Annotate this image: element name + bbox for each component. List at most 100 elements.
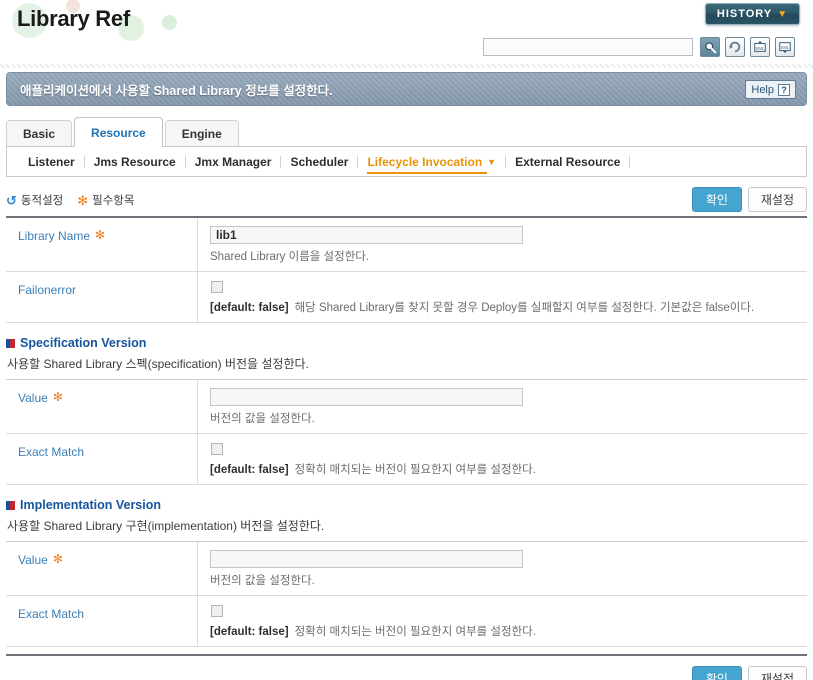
sub-tab-jms-resource-label: Jms Resource bbox=[93, 154, 176, 169]
sub-tab-scheduler[interactable]: Scheduler bbox=[281, 147, 357, 176]
chevron-down-icon: ▼ bbox=[777, 8, 789, 20]
legend-dynamic-config-label: 동적설정 bbox=[20, 195, 64, 207]
section-desc-specification-version: 사용할 Shared Library 스펙(specification) 버전을… bbox=[7, 357, 309, 371]
section-marker-icon bbox=[6, 500, 15, 510]
field-label-impl-value: Value ✻ bbox=[6, 542, 198, 595]
field-hint-spec-value: 버전의 값을 설정한다. bbox=[210, 413, 315, 425]
confirm-button-top[interactable]: 확인 bbox=[691, 187, 742, 212]
form-container-implementation: Value ✻ 버전의 값을 설정한다. Exact Match [defaul… bbox=[6, 541, 807, 647]
confirm-button-bottom[interactable]: 확인 bbox=[691, 665, 742, 680]
top-action-buttons: 확인 재설정 bbox=[691, 187, 807, 212]
decorative-circle-small-green bbox=[162, 15, 177, 30]
field-hint-spec-exact-match: [default: false] 정확히 매치되는 버전이 필요한지 여부를 설정… bbox=[210, 461, 807, 477]
sub-tab-jmx-manager[interactable]: Jmx Manager bbox=[186, 147, 281, 176]
tab-resource-label: Resource bbox=[91, 125, 146, 140]
form-container: Library Name ✻ Shared Library 이름을 설정한다. … bbox=[6, 216, 807, 323]
field-row-spec-value: Value ✻ 버전의 값을 설정한다. bbox=[6, 380, 807, 434]
section-specification-version: Specification Version 사용할 Shared Library… bbox=[6, 336, 807, 372]
spec-exact-match-checkbox[interactable] bbox=[211, 443, 223, 455]
field-label-failonerror-text: Failonerror bbox=[18, 283, 77, 297]
sub-tab-jms-resource[interactable]: Jms Resource bbox=[85, 147, 185, 176]
field-label-impl-value-text: Value bbox=[18, 553, 48, 567]
app-header: Library Ref HISTORY ▼ bbox=[0, 0, 813, 41]
impl-value-input[interactable] bbox=[210, 550, 523, 568]
default-tag-impl-exact-match: [default: false] bbox=[210, 626, 289, 638]
field-label-spec-exact-match-text: Exact Match bbox=[18, 445, 85, 459]
sub-tab-scheduler-label: Scheduler bbox=[290, 154, 349, 169]
chevron-down-icon[interactable]: ▼ bbox=[487, 157, 496, 167]
confirm-button-bottom-label: 확인 bbox=[705, 671, 728, 680]
tab-basic-label: Basic bbox=[23, 127, 56, 141]
history-button[interactable]: HISTORY ▼ bbox=[705, 3, 800, 25]
field-hint-spec-exact-match-text: 정확히 매치되는 버전이 필요한지 여부를 설정한다. bbox=[294, 464, 536, 476]
impl-exact-match-checkbox[interactable] bbox=[211, 605, 223, 617]
legend-dynamic-config: ↺ 동적설정 bbox=[6, 192, 63, 208]
refresh-icon: ↺ bbox=[6, 192, 17, 208]
search-input[interactable] bbox=[483, 38, 693, 56]
section-implementation-version: Implementation Version 사용할 Shared Librar… bbox=[6, 498, 807, 534]
tab-basic[interactable]: Basic bbox=[6, 120, 73, 147]
field-value-failonerror: [default: false] 해당 Shared Library를 찾지 못할… bbox=[198, 272, 807, 322]
field-value-impl-value: 버전의 값을 설정한다. bbox=[198, 542, 807, 595]
tab-engine-label: Engine bbox=[181, 127, 222, 141]
tab-resource[interactable]: Resource bbox=[74, 117, 163, 147]
section-title-implementation-version-text: Implementation Version bbox=[20, 498, 162, 512]
field-row-library-name: Library Name ✻ Shared Library 이름을 설정한다. bbox=[6, 218, 807, 272]
asterisk-icon: ✻ bbox=[52, 552, 63, 566]
failonerror-checkbox[interactable] bbox=[211, 281, 223, 293]
form-container-specification: Value ✻ 버전의 값을 설정한다. Exact Match [defaul… bbox=[6, 379, 807, 485]
sub-tab-jmx-manager-label: Jmx Manager bbox=[194, 154, 272, 169]
legend-and-actions: ↺ 동적설정 ✻ 필수항목 확인 재설정 bbox=[6, 187, 807, 213]
reset-button-top-label: 재설정 bbox=[760, 193, 794, 207]
legend-required-field: ✻ 필수항목 bbox=[77, 192, 134, 208]
field-value-library-name: Shared Library 이름을 설정한다. bbox=[198, 218, 807, 271]
page-title: 애플리케이션에서 사용할 Shared Library 정보를 설정한다. bbox=[20, 83, 333, 98]
section-desc-implementation-version: 사용할 Shared Library 구현(implementation) 버전… bbox=[7, 519, 325, 533]
field-label-library-name: Library Name ✻ bbox=[6, 218, 198, 271]
field-hint-impl-value: 버전의 값을 설정한다. bbox=[210, 575, 315, 587]
sub-tab-listener[interactable]: Listener bbox=[19, 147, 84, 176]
app-logo: Library Ref bbox=[10, 0, 177, 41]
field-row-failonerror: Failonerror [default: false] 해당 Shared Li… bbox=[6, 272, 807, 323]
field-row-impl-exact-match: Exact Match [default: false] 정확히 매치되는 버전이… bbox=[6, 596, 807, 647]
refresh-icon[interactable] bbox=[725, 37, 745, 57]
section-title-specification-version-text: Specification Version bbox=[20, 336, 147, 350]
section-title-implementation-version: Implementation Version bbox=[6, 498, 807, 512]
field-label-impl-exact-match: Exact Match bbox=[6, 596, 198, 646]
reset-button-top[interactable]: 재설정 bbox=[747, 187, 807, 212]
sub-tab-external-resource[interactable]: External Resource bbox=[506, 147, 629, 176]
xml-export-icon[interactable]: XML bbox=[775, 37, 795, 57]
legend-required-field-label: 필수항목 bbox=[92, 195, 135, 207]
library-name-input[interactable] bbox=[210, 226, 523, 244]
svg-text:XML: XML bbox=[756, 46, 766, 51]
field-label-failonerror: Failonerror bbox=[6, 272, 198, 322]
reset-button-bottom-label: 재설정 bbox=[760, 671, 794, 680]
field-hint-library-name: Shared Library 이름을 설정한다. bbox=[210, 251, 370, 263]
sub-tab-bar: Listener Jms Resource Jmx Manager Schedu… bbox=[6, 146, 807, 177]
question-mark-icon: ? bbox=[778, 83, 790, 96]
history-button-label: HISTORY bbox=[716, 8, 773, 20]
tab-engine[interactable]: Engine bbox=[164, 120, 239, 147]
section-marker-icon bbox=[6, 338, 15, 348]
default-tag-spec-exact-match: [default: false] bbox=[210, 464, 289, 476]
asterisk-icon: ✻ bbox=[95, 228, 106, 242]
field-label-spec-value: Value ✻ bbox=[6, 380, 198, 433]
reset-button-bottom[interactable]: 재설정 bbox=[747, 665, 807, 680]
field-label-library-name-text: Library Name bbox=[18, 229, 91, 243]
xml-import-icon[interactable]: XML bbox=[750, 37, 770, 57]
sub-tab-lifecycle-invocation[interactable]: Lifecycle Invocation ▼ bbox=[358, 147, 505, 176]
field-value-spec-exact-match: [default: false] 정확히 매치되는 버전이 필요한지 여부를 설정… bbox=[198, 434, 807, 484]
search-toolbar: XML XML bbox=[0, 37, 813, 64]
spec-value-input[interactable] bbox=[210, 388, 523, 406]
help-button[interactable]: Help ? bbox=[745, 80, 796, 99]
field-label-impl-exact-match-text: Exact Match bbox=[18, 607, 85, 621]
default-tag-failonerror: [default: false] bbox=[210, 302, 289, 314]
field-hint-failonerror: [default: false] 해당 Shared Library를 찾지 못할… bbox=[210, 299, 807, 315]
help-button-label: Help bbox=[751, 83, 774, 96]
field-hint-impl-exact-match: [default: false] 정확히 매치되는 버전이 필요한지 여부를 설정… bbox=[210, 623, 807, 639]
search-icon[interactable] bbox=[700, 37, 720, 57]
sub-tab-listener-label: Listener bbox=[28, 154, 75, 169]
field-value-impl-exact-match: [default: false] 정확히 매치되는 버전이 필요한지 여부를 설정… bbox=[198, 596, 807, 646]
asterisk-icon: ✻ bbox=[77, 192, 89, 208]
sub-tab-divider bbox=[629, 155, 631, 168]
